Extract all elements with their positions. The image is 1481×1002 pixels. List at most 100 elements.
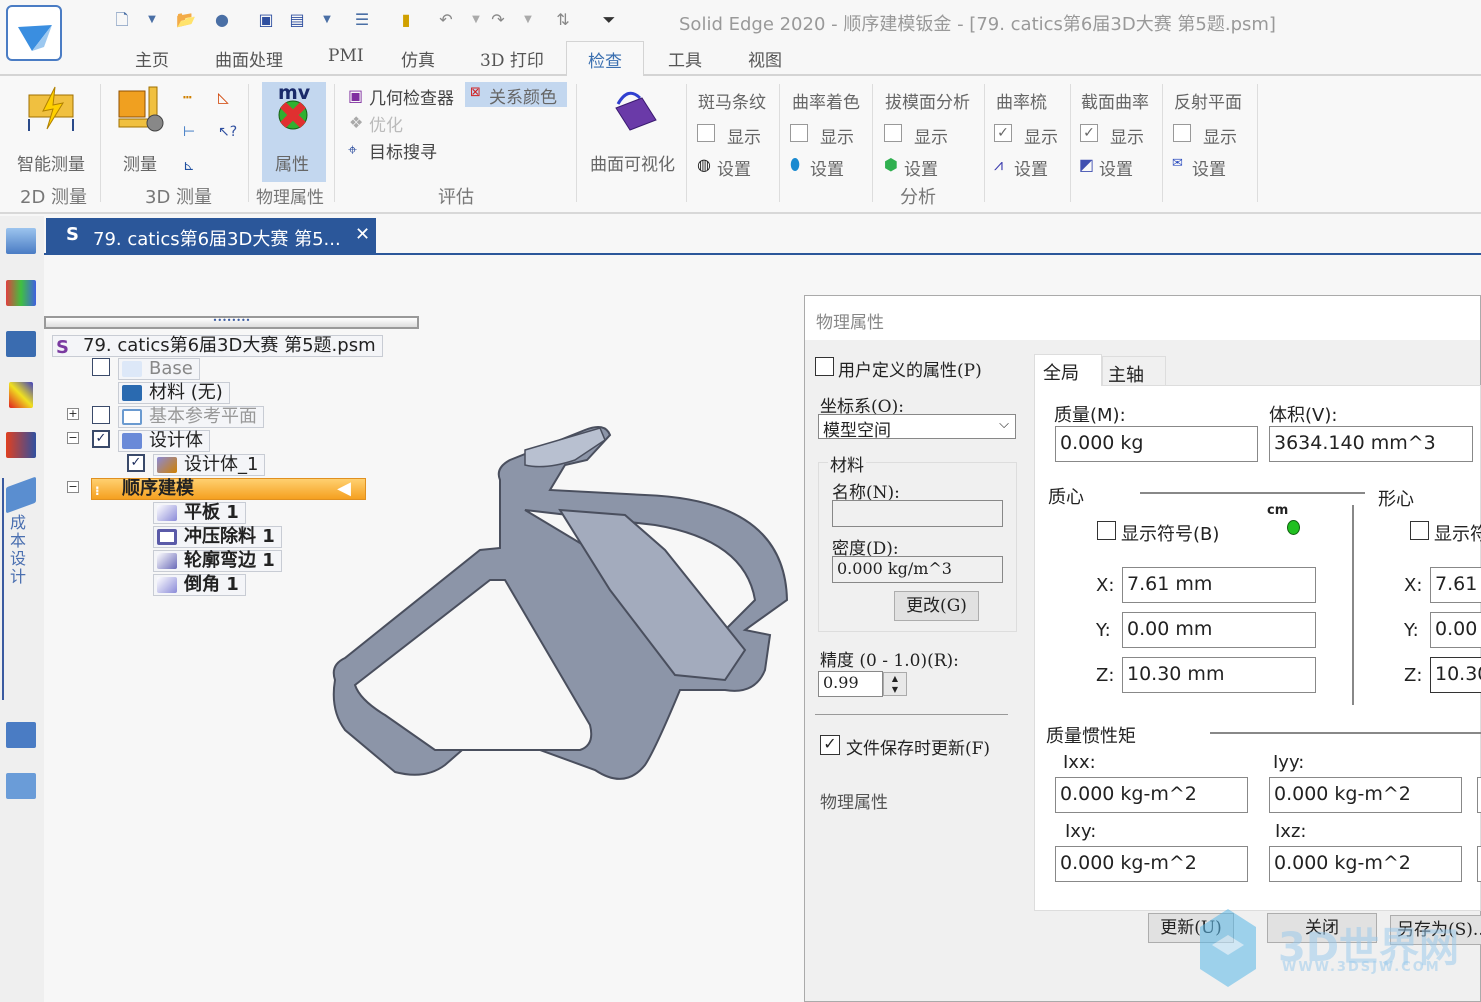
document-tab[interactable]: S 79. catics第6届3D大赛 第5... ✕ xyxy=(46,218,376,254)
section-curvature-settings-button[interactable]: 设置 xyxy=(1099,155,1133,180)
centroid-x-field[interactable]: 7.61 mm xyxy=(1430,567,1481,603)
expand-toggle[interactable]: + xyxy=(67,408,79,420)
tab-simulation[interactable]: 仿真 xyxy=(401,46,435,71)
save-icon[interactable]: ▣ xyxy=(256,10,276,30)
tree-item-base[interactable]: Base xyxy=(118,358,200,380)
cog-x-field[interactable]: 7.61 mm xyxy=(1122,567,1316,603)
design-body-1-visibility-checkbox[interactable]: ✓ xyxy=(127,454,145,472)
izz-field[interactable] xyxy=(1477,777,1481,813)
mass-field[interactable]: 0.000 kg xyxy=(1055,426,1258,462)
surface-visualize-button[interactable]: 曲面可视化 xyxy=(590,150,675,175)
new-file-icon[interactable]: 🗋 xyxy=(112,10,132,30)
customize-icon[interactable]: ⏷ xyxy=(599,10,619,30)
close-tab-icon[interactable]: ✕ xyxy=(355,224,370,245)
analysis-gauge-icon[interactable] xyxy=(6,280,36,306)
ixz-field[interactable]: 0.000 kg-m^2 xyxy=(1269,846,1462,882)
tree-item-design-body[interactable]: 设计体 xyxy=(118,430,210,452)
tree-item-chamfer[interactable]: 倒角 1 xyxy=(153,574,246,596)
tree-item-design-body-1[interactable]: 设计体_1 xyxy=(153,454,266,476)
user-defined-checkbox[interactable] xyxy=(815,357,834,376)
material-name-field[interactable] xyxy=(832,500,1003,527)
properties-list-icon[interactable]: ☰ xyxy=(352,10,372,30)
tab-inspect[interactable]: 检查 xyxy=(566,41,644,77)
tab-surfacing[interactable]: 曲面处理 xyxy=(215,46,283,71)
iyy-field[interactable]: 0.000 kg-m^2 xyxy=(1269,777,1462,813)
sheet-metal-model[interactable] xyxy=(325,420,795,790)
curvature-shading-show-checkbox[interactable] xyxy=(790,124,808,142)
curvature-comb-settings-button[interactable]: 设置 xyxy=(1014,155,1048,180)
app-logo[interactable] xyxy=(6,5,62,61)
save-as-icon[interactable]: ▤ xyxy=(287,10,307,30)
media-play-icon[interactable] xyxy=(6,331,36,357)
accuracy-field[interactable]: 0.99 xyxy=(818,671,883,697)
normal-distance-icon[interactable]: ⊢ xyxy=(183,124,195,140)
swap-icon[interactable]: ⇅ xyxy=(553,10,573,30)
centroid-z-field[interactable]: 10.30 mm xyxy=(1430,657,1481,693)
section-curvature-show-checkbox[interactable]: ✓ xyxy=(1080,124,1098,142)
physical-properties-button[interactable]: mv 属性 xyxy=(262,82,326,182)
curvature-shading-settings-button[interactable]: 设置 xyxy=(810,155,844,180)
tree-item-material[interactable]: 材料 (无) xyxy=(118,382,230,404)
layers-icon[interactable] xyxy=(6,773,36,799)
draft-face-show-checkbox[interactable] xyxy=(884,124,902,142)
inquire-element-icon[interactable]: ↖? xyxy=(218,124,237,140)
tab-pmi[interactable]: PMI xyxy=(328,46,364,66)
dropdown-icon[interactable]: ▼ xyxy=(518,10,538,30)
relation-colors-button[interactable]: ⊠ 关系颜色 xyxy=(465,82,567,108)
undo-icon[interactable]: ↶ xyxy=(436,10,456,30)
tab-3d-print[interactable]: 3D 打印 xyxy=(480,46,544,71)
reflective-plane-settings-button[interactable]: 设置 xyxy=(1192,155,1226,180)
dropdown-icon[interactable]: ▼ xyxy=(317,10,337,30)
centroid-y-field[interactable]: 0.00 mm xyxy=(1430,612,1481,648)
tree-panel-splitter[interactable]: •••••••• xyxy=(44,316,419,329)
tab-home[interactable]: 主页 xyxy=(135,46,169,71)
tab-tools[interactable]: 工具 xyxy=(668,46,702,71)
tree-item-contour-flange[interactable]: 轮廓弯边 1 xyxy=(153,550,282,572)
draft-face-settings-button[interactable]: 设置 xyxy=(904,155,938,180)
color-map-icon[interactable] xyxy=(9,382,33,408)
redo-icon[interactable]: ↷ xyxy=(488,10,508,30)
dropdown-icon[interactable]: ▼ xyxy=(142,10,162,30)
optimize-button[interactable]: 优化 xyxy=(369,111,403,136)
pathfinder-icon[interactable] xyxy=(6,228,36,254)
geometry-inspector-button[interactable]: 几何检查器 xyxy=(369,84,454,109)
cog-y-field[interactable]: 0.00 mm xyxy=(1122,612,1316,648)
density-field[interactable]: 0.000 kg/m^3 xyxy=(832,556,1003,583)
angle-measure-icon[interactable]: ◺ xyxy=(218,90,229,106)
minimum-distance-icon[interactable]: ⊾ xyxy=(183,158,195,174)
curvature-comb-show-checkbox[interactable]: ✓ xyxy=(994,124,1012,142)
base-visibility-checkbox[interactable] xyxy=(92,358,110,376)
color-list-icon[interactable] xyxy=(6,432,36,458)
volume-field[interactable]: 3634.140 mm^3 xyxy=(1269,426,1473,462)
iyz-field[interactable] xyxy=(1477,846,1481,882)
measure-button[interactable]: 测量 xyxy=(123,150,157,175)
tree-item-tab[interactable]: 平板 1 xyxy=(153,502,246,524)
zebra-settings-button[interactable]: 设置 xyxy=(717,155,751,180)
update-on-save-checkbox[interactable]: ✓ xyxy=(820,735,840,755)
zebra-show-checkbox[interactable] xyxy=(697,124,715,142)
reflective-plane-show-checkbox[interactable] xyxy=(1173,124,1191,142)
tree-root[interactable]: S 79. catics第6届3D大赛 第5题.psm xyxy=(52,335,383,358)
collapse-toggle[interactable]: − xyxy=(67,432,79,444)
design-body-visibility-checkbox[interactable]: ✓ xyxy=(92,430,110,448)
show-cog-symbol-checkbox[interactable] xyxy=(1097,521,1116,540)
cost-design-label[interactable]: 成本设计 xyxy=(10,514,28,586)
linear-distance-icon[interactable]: ┅ xyxy=(183,90,191,106)
tab-global[interactable]: 全局 xyxy=(1034,354,1102,386)
accuracy-spinner[interactable]: ▲ ▼ xyxy=(883,672,907,696)
dialog-titlebar[interactable] xyxy=(805,296,1480,340)
ref-planes-visibility-checkbox[interactable] xyxy=(92,406,110,424)
tab-principal-axes[interactable]: 主轴 xyxy=(1102,356,1166,386)
change-material-button[interactable]: 更改(G) xyxy=(894,591,979,621)
exit-icon[interactable]: ▮ xyxy=(396,10,416,30)
coord-system-select[interactable]: 模型空间 ⌵ xyxy=(818,414,1016,441)
cog-z-field[interactable]: 10.30 mm xyxy=(1122,657,1316,693)
ixy-field[interactable]: 0.000 kg-m^2 xyxy=(1055,846,1248,882)
ixx-field[interactable]: 0.000 kg-m^2 xyxy=(1055,777,1248,813)
show-centroid-symbol-checkbox[interactable] xyxy=(1410,521,1429,540)
tree-item-dimple-cut[interactable]: 冲压除料 1 xyxy=(153,526,282,548)
collapse-toggle[interactable]: − xyxy=(67,481,79,493)
find-icon[interactable]: ● xyxy=(212,10,232,30)
tree-item-ref-planes[interactable]: 基本参考平面 xyxy=(118,406,264,428)
open-file-icon[interactable]: 📂 xyxy=(176,10,196,30)
